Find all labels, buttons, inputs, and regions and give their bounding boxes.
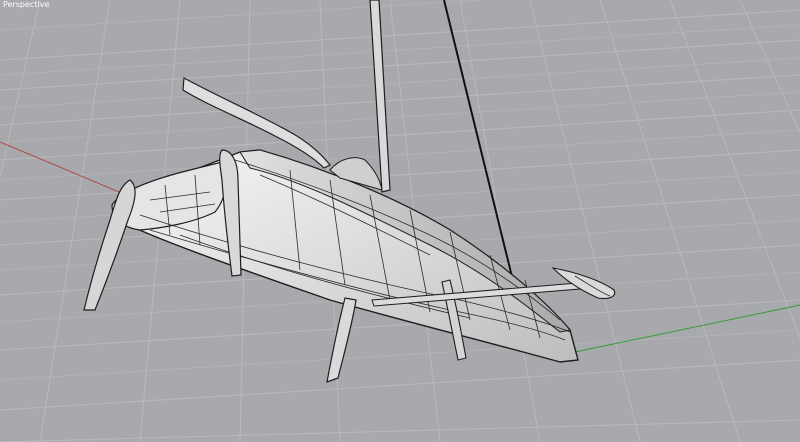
perspective-viewport[interactable]: Perspective	[0, 0, 800, 442]
rear-foil-left[interactable]	[83, 179, 136, 311]
viewport-title[interactable]: Perspective	[3, 0, 49, 9]
bow-pod[interactable]	[551, 267, 616, 300]
viewport-canvas[interactable]	[0, 0, 800, 442]
mast[interactable]	[369, 0, 391, 193]
daggerboard[interactable]	[326, 297, 357, 383]
